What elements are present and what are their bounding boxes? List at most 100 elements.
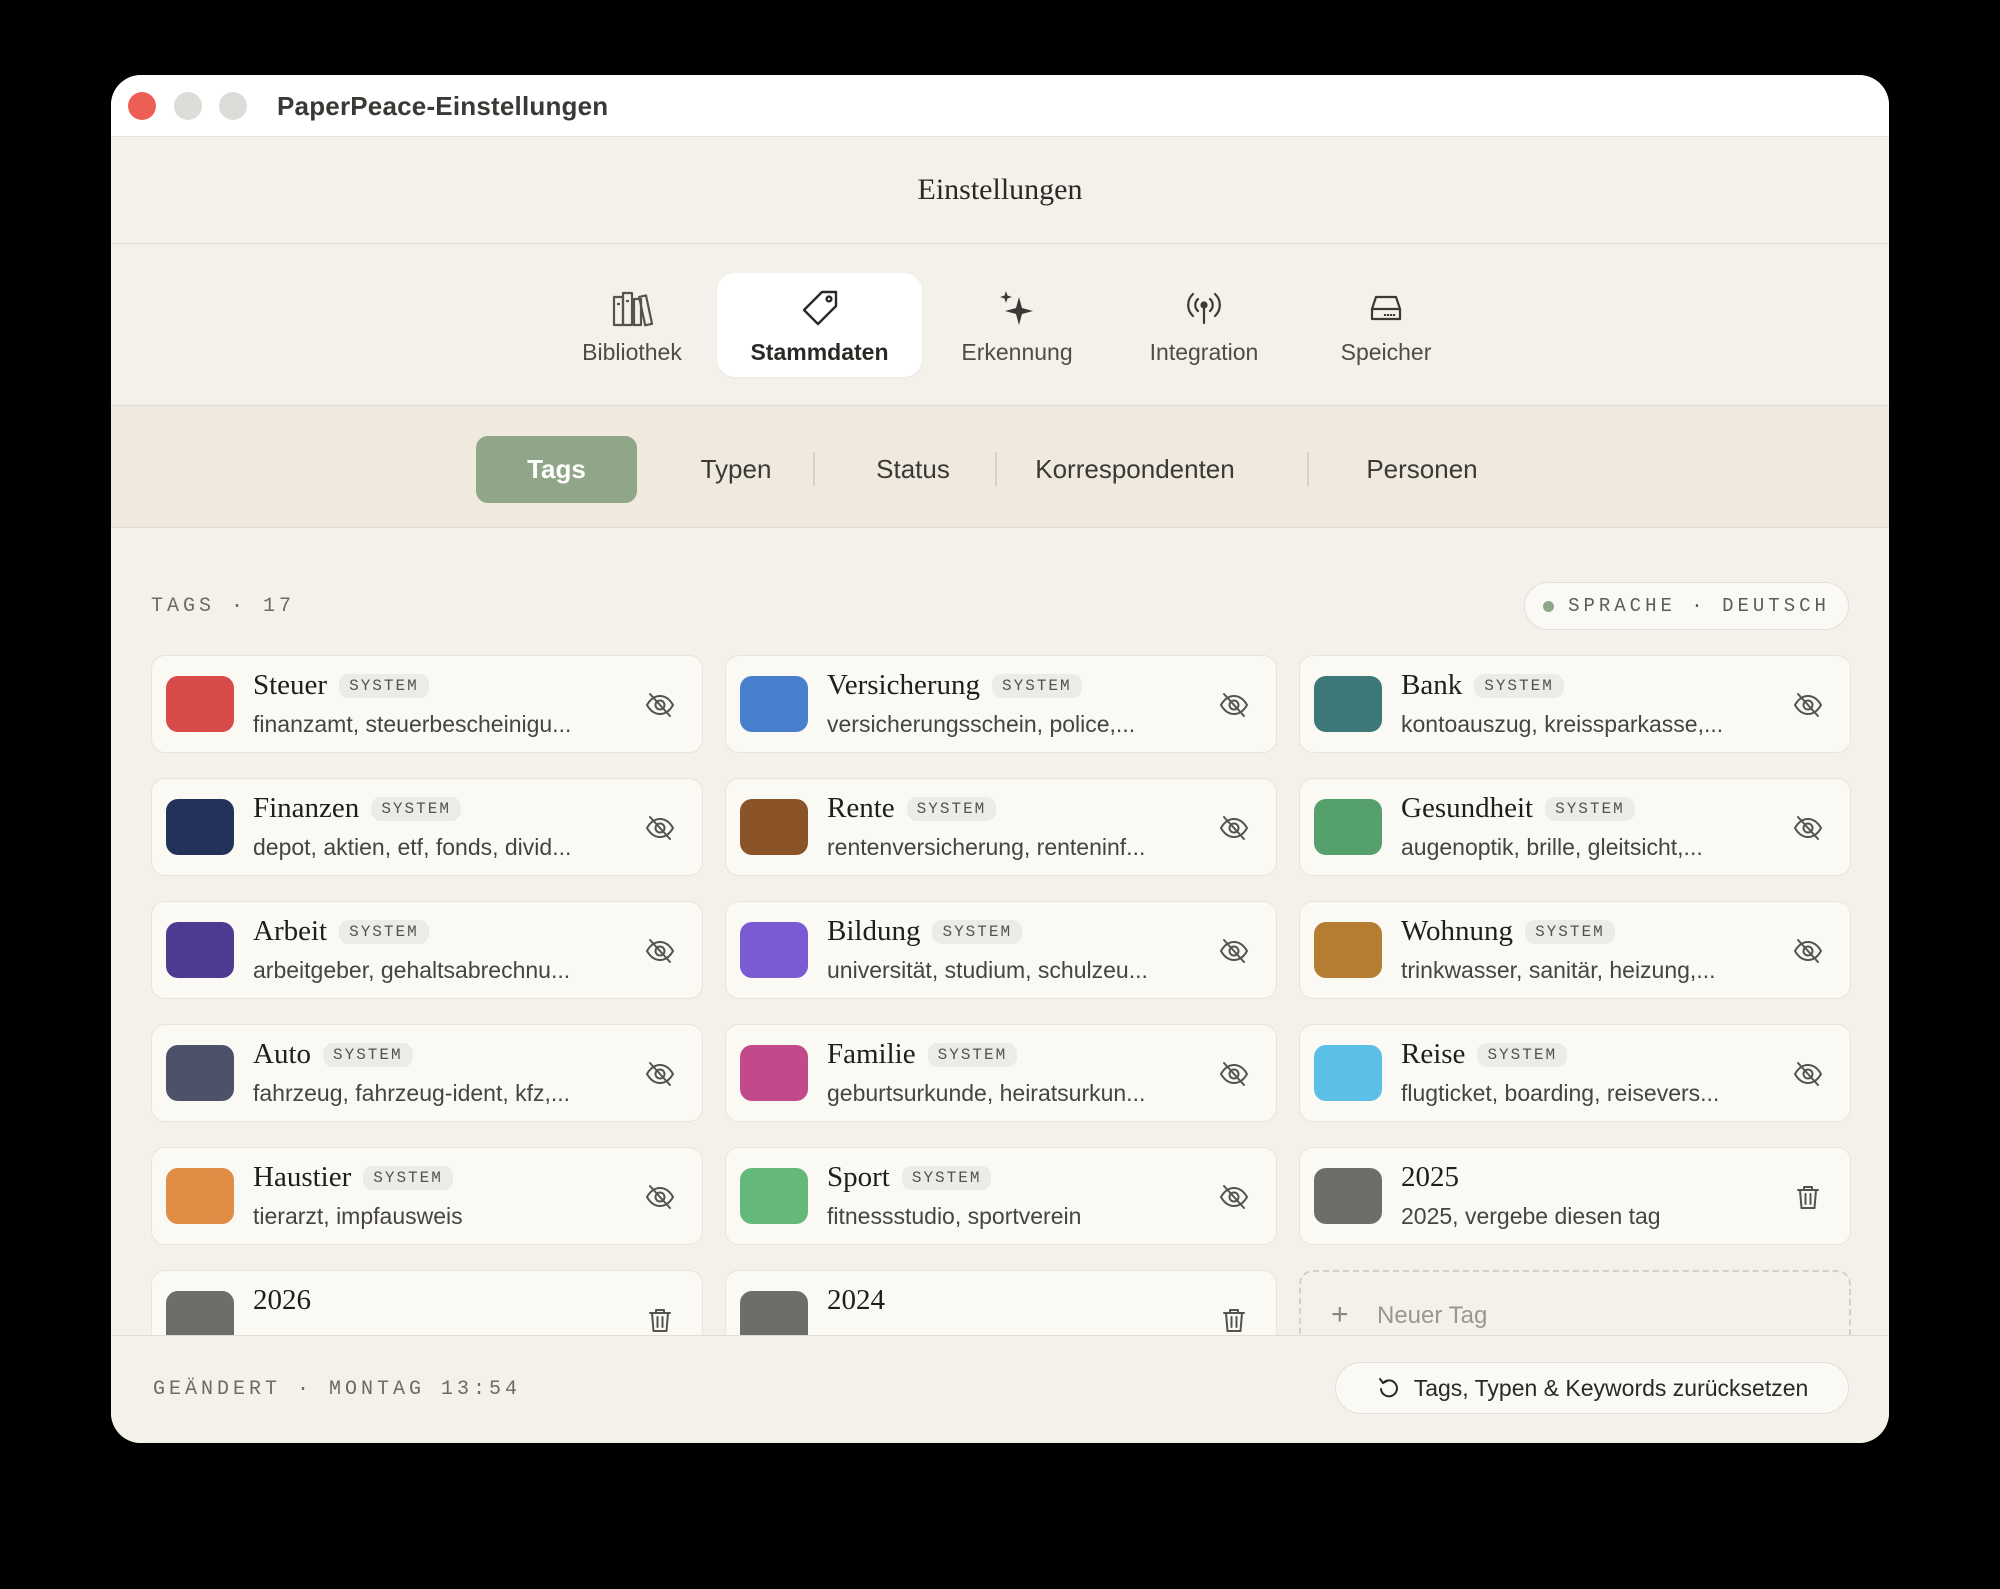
eye-slash-icon[interactable] <box>1218 1181 1250 1213</box>
segment-divider <box>1307 452 1309 486</box>
tag-color-swatch[interactable] <box>740 799 808 855</box>
tag-card[interactable]: 2025 2025, vergebe diesen tag <box>1299 1147 1851 1245</box>
tag-card[interactable]: Bank SYSTEM kontoauszug, kreissparkasse,..… <box>1299 655 1851 753</box>
tag-color-swatch[interactable] <box>166 676 234 732</box>
zoom-window-button[interactable] <box>219 92 247 120</box>
eye-slash-icon[interactable] <box>644 1058 676 1090</box>
tag-name: Familie <box>827 1038 916 1070</box>
eye-slash-icon[interactable] <box>644 689 676 721</box>
system-badge: SYSTEM <box>932 919 1023 944</box>
tag-color-swatch[interactable] <box>166 1045 234 1101</box>
eye-slash-icon[interactable] <box>1792 935 1824 967</box>
tag-card[interactable]: Rente SYSTEM rentenversicherung, renteninf… <box>725 778 1277 876</box>
toolbar-label: Bibliothek <box>582 339 682 365</box>
eye-slash-icon[interactable] <box>644 935 676 967</box>
toolbar-item-erkennung[interactable]: Erkennung <box>937 273 1097 377</box>
tag-card[interactable]: Auto SYSTEM fahrzeug, fahrzeug-ident, kfz,… <box>151 1024 703 1122</box>
tag-keywords: arbeitgeber, gehaltsabrechnu... <box>253 957 571 983</box>
tag-title: Arbeit SYSTEM <box>253 915 429 948</box>
minimize-window-button[interactable] <box>174 92 202 120</box>
tag-title: Versicherung SYSTEM <box>827 669 1082 702</box>
tag-keywords: depot, aktien, etf, fonds, divid... <box>253 834 572 860</box>
eye-slash-icon[interactable] <box>1792 1058 1824 1090</box>
tag-color-swatch[interactable] <box>166 1168 234 1224</box>
settings-toolbar: Bibliothek Stammdaten Erkennung Integrat… <box>111 244 1889 406</box>
tag-color-swatch[interactable] <box>740 676 808 732</box>
tag-card[interactable]: Sport SYSTEM fitnessstudio, sportverein <box>725 1147 1277 1245</box>
eye-slash-icon[interactable] <box>1218 812 1250 844</box>
tag-title: Familie SYSTEM <box>827 1038 1018 1071</box>
trash-icon[interactable] <box>1792 1181 1824 1213</box>
tag-card[interactable]: Bildung SYSTEM universität, studium, schul… <box>725 901 1277 999</box>
tag-name: Auto <box>253 1038 311 1070</box>
reset-defaults-button[interactable]: Tags, Typen & Keywords zurücksetzen <box>1335 1362 1849 1414</box>
tag-color-swatch[interactable] <box>166 799 234 855</box>
eye-slash-icon[interactable] <box>1792 689 1824 721</box>
tag-title: Bank SYSTEM <box>1401 669 1564 702</box>
tag-color-swatch[interactable] <box>1314 1168 1382 1224</box>
tag-card[interactable]: Arbeit SYSTEM arbeitgeber, gehaltsabrechnu… <box>151 901 703 999</box>
tag-name: Versicherung <box>827 669 981 701</box>
eye-slash-icon[interactable] <box>1218 935 1250 967</box>
system-badge: SYSTEM <box>906 796 997 821</box>
toolbar-item-bibliothek[interactable]: Bibliothek <box>562 273 702 377</box>
page-title: Einstellungen <box>917 173 1083 206</box>
tag-name: 2025 <box>1401 1161 1459 1193</box>
tag-color-swatch[interactable] <box>1314 676 1382 732</box>
tag-name: Haustier <box>253 1161 352 1193</box>
segment-personen[interactable]: Personen <box>1327 436 1517 503</box>
plus-icon: + <box>1331 1298 1349 1331</box>
tag-color-swatch[interactable] <box>1314 799 1382 855</box>
tag-color-swatch[interactable] <box>166 922 234 978</box>
tag-card[interactable]: Steuer SYSTEM finanzamt, steuerbescheinigu… <box>151 655 703 753</box>
drive-icon <box>1370 295 1402 321</box>
reset-label: Tags, Typen & Keywords zurücksetzen <box>1413 1374 1809 1401</box>
tag-keywords: 2025, vergebe diesen tag <box>1401 1203 1661 1229</box>
tag-card[interactable]: Versicherung SYSTEM versicherungsschein, p… <box>725 655 1277 753</box>
segment-tags[interactable]: Tags <box>476 436 637 503</box>
tag-name: Arbeit <box>253 915 328 947</box>
toolbar-item-speicher[interactable]: Speicher <box>1311 273 1461 377</box>
tag-card[interactable]: Reise SYSTEM flugticket, boarding, reiseve… <box>1299 1024 1851 1122</box>
tag-color-swatch[interactable] <box>1314 1045 1382 1101</box>
tag-card[interactable]: Familie SYSTEM geburtsurkunde, heiratsurku… <box>725 1024 1277 1122</box>
toolbar-label: Integration <box>1149 339 1259 365</box>
tag-title: 2024 <box>827 1284 885 1317</box>
eye-slash-icon[interactable] <box>1218 1058 1250 1090</box>
system-badge: SYSTEM <box>363 1165 453 1190</box>
eye-slash-icon[interactable] <box>644 1181 676 1213</box>
language-indicator[interactable]: SPRACHE · DEUTSCH <box>1524 582 1849 630</box>
tag-color-swatch[interactable] <box>740 1168 808 1224</box>
tag-keywords: flugticket, boarding, reisevers... <box>1401 1080 1720 1106</box>
tag-color-swatch[interactable] <box>740 922 808 978</box>
footer: GEÄNDERT · MONTAG 13:54 Tags, Typen & Ke… <box>111 1335 1889 1443</box>
tag-card[interactable]: Haustier SYSTEM tierarzt, impfausweis <box>151 1147 703 1245</box>
tag-color-swatch[interactable] <box>1314 922 1382 978</box>
tag-color-swatch[interactable] <box>740 1045 808 1101</box>
toolbar-item-stammdaten[interactable]: Stammdaten <box>717 273 922 377</box>
tag-card[interactable]: Gesundheit SYSTEM augenoptik, brille, glei… <box>1299 778 1851 876</box>
tag-title: Reise SYSTEM <box>1401 1038 1568 1071</box>
eye-slash-icon[interactable] <box>644 812 676 844</box>
toolbar-item-integration[interactable]: Integration <box>1127 273 1281 377</box>
segment-status[interactable]: Status <box>833 436 993 503</box>
reset-icon <box>1378 1378 1398 1398</box>
antenna-icon <box>1187 292 1221 325</box>
close-window-button[interactable] <box>128 92 156 120</box>
tag-name: Reise <box>1401 1038 1466 1070</box>
new-tag-placeholder: Neuer Tag <box>1377 1302 1488 1329</box>
eye-slash-icon[interactable] <box>1792 812 1824 844</box>
tag-card[interactable]: Wohnung SYSTEM trinkwasser, sanitär, heizu… <box>1299 901 1851 999</box>
tag-keywords: kontoauszug, kreissparkasse,... <box>1401 711 1724 737</box>
trash-icon[interactable] <box>1218 1304 1250 1336</box>
segment-korrespondenten[interactable]: Korrespondenten <box>1015 436 1255 503</box>
segment-divider <box>995 452 997 486</box>
status-dot <box>1543 600 1555 612</box>
eye-slash-icon[interactable] <box>1218 689 1250 721</box>
tag-name: Bildung <box>827 915 921 947</box>
segment-typen[interactable]: Typen <box>666 436 806 503</box>
tag-card[interactable]: Finanzen SYSTEM depot, aktien, etf, fonds,… <box>151 778 703 876</box>
toolbar-label: Erkennung <box>961 339 1073 365</box>
trash-icon[interactable] <box>644 1304 676 1336</box>
toolbar-label: Stammdaten <box>750 339 889 365</box>
